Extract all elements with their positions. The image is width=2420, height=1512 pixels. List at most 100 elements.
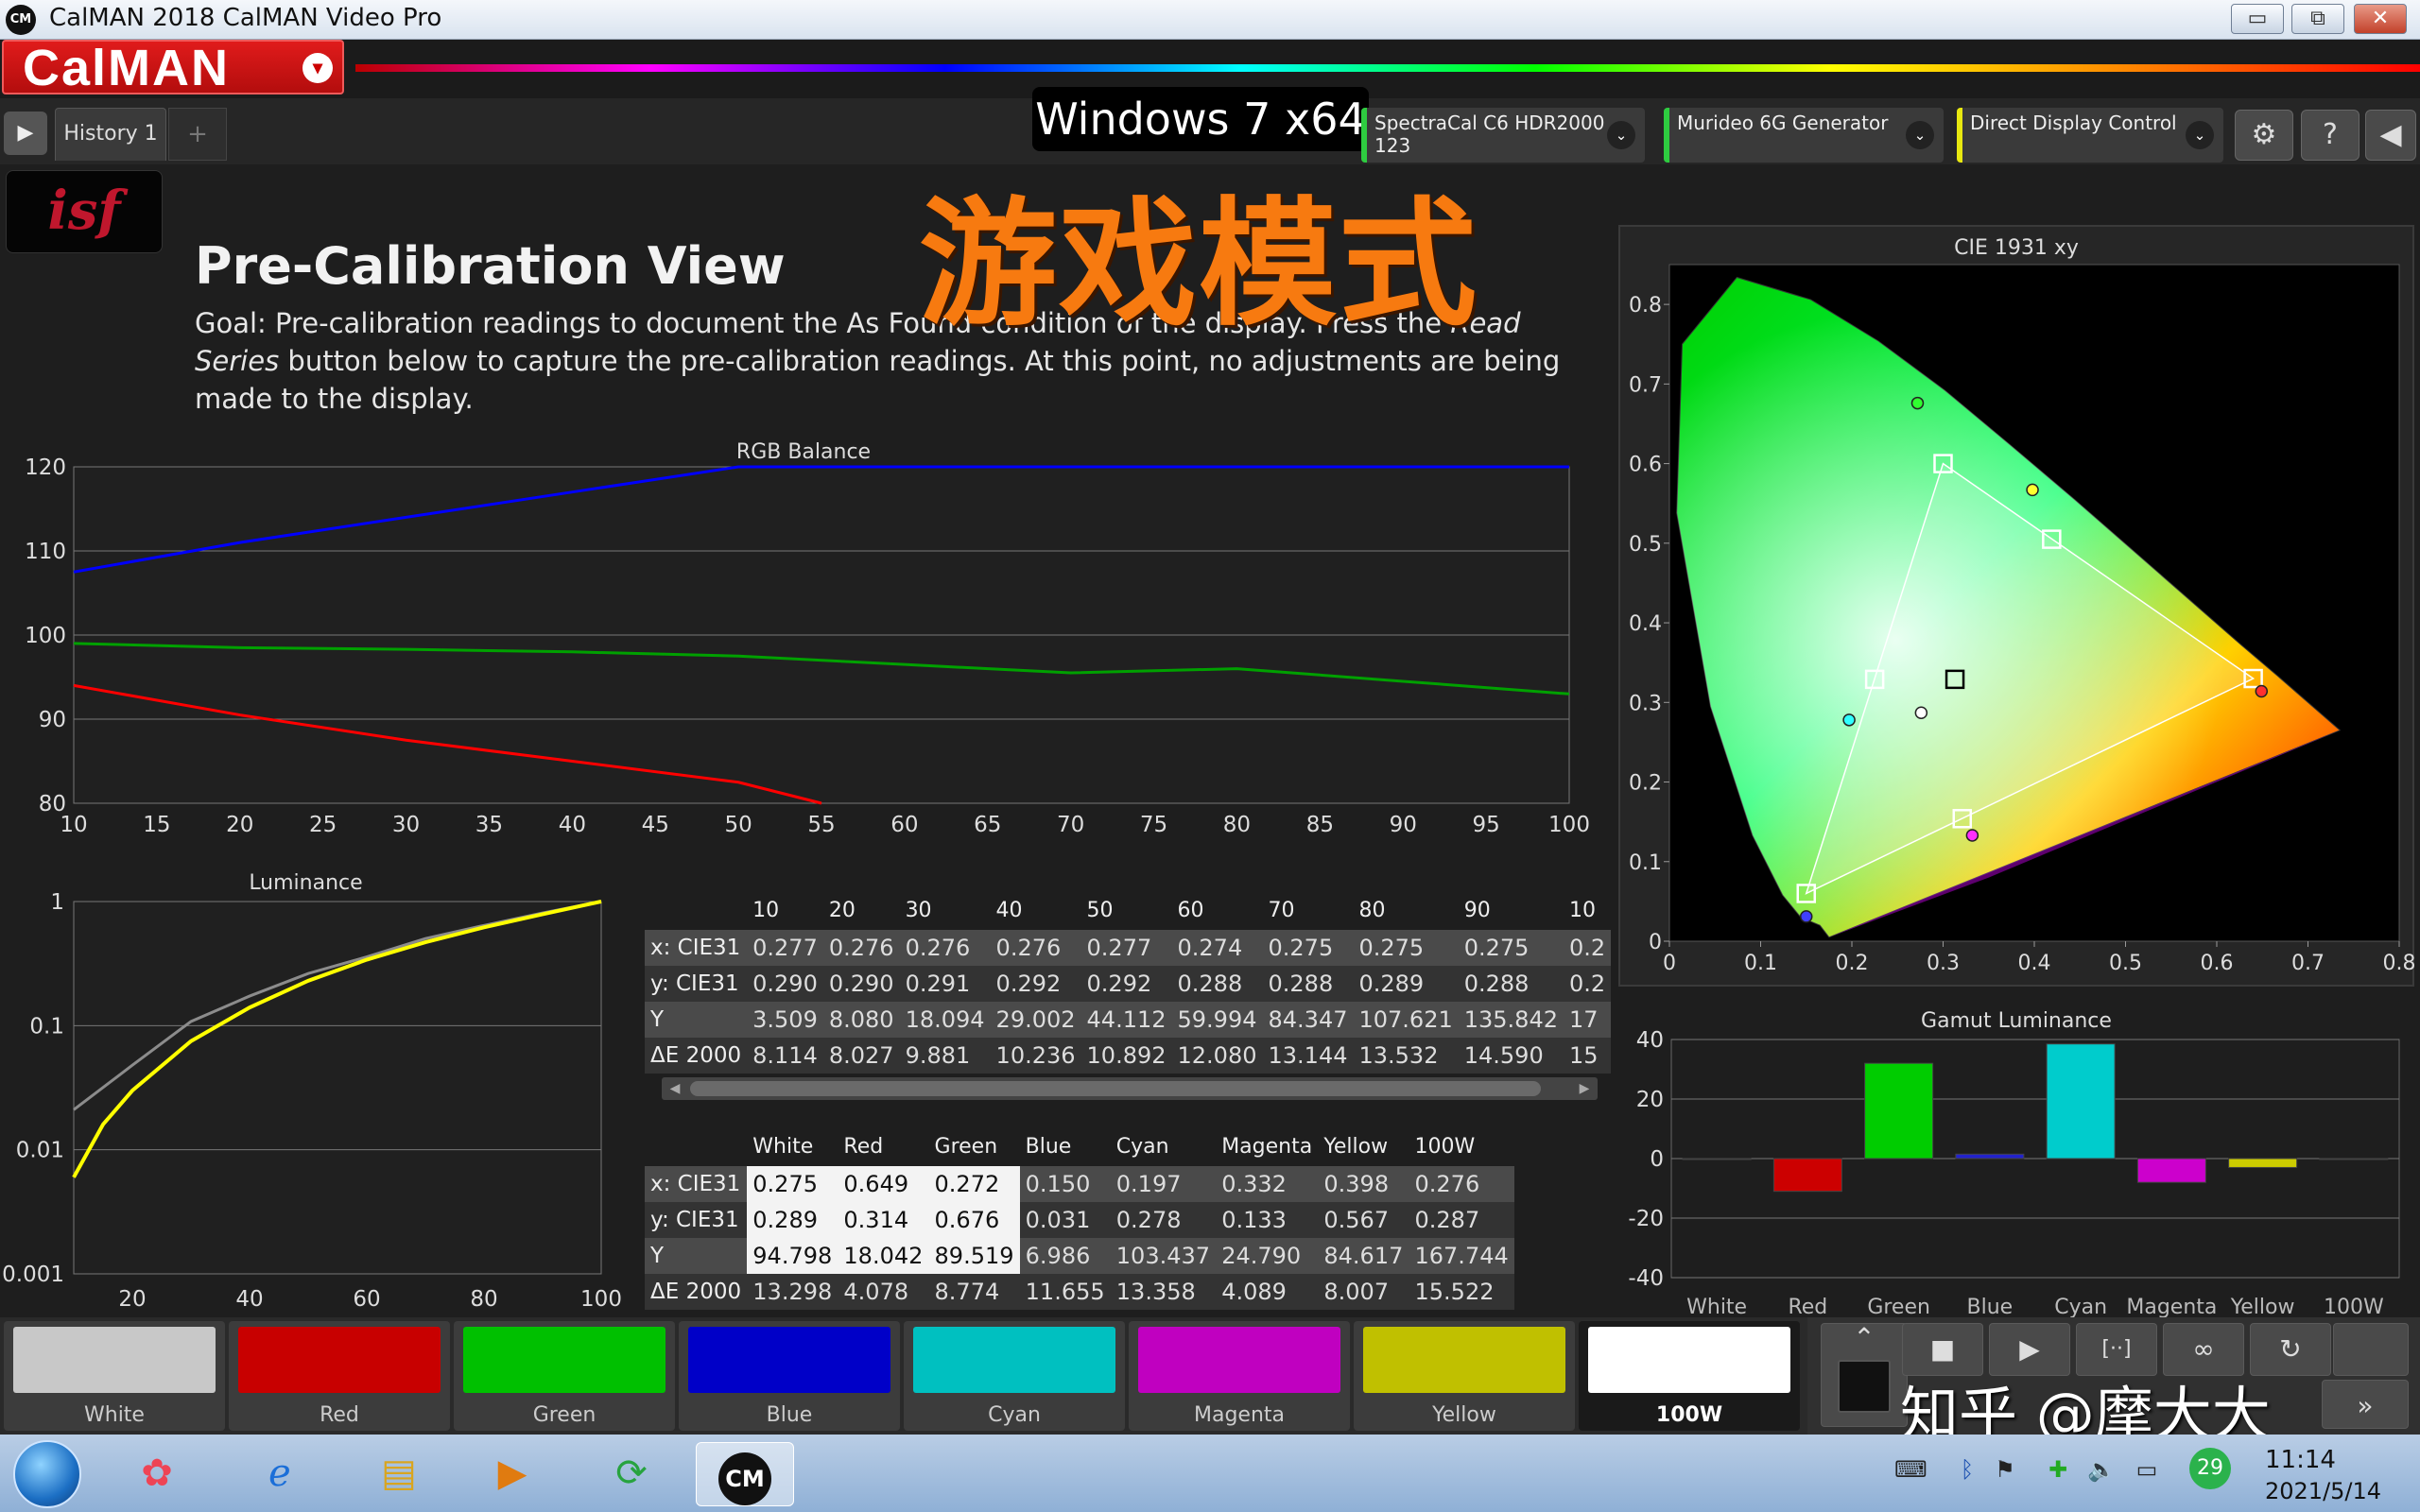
swatch-magenta[interactable]: Magenta bbox=[1129, 1321, 1350, 1431]
table-scrollbar[interactable]: ◀ ▶ bbox=[662, 1077, 1598, 1100]
extra-button[interactable] bbox=[2333, 1323, 2409, 1376]
help-button[interactable]: ? bbox=[2301, 110, 2360, 161]
table-cell: 11.655 bbox=[1019, 1274, 1111, 1310]
swatch-label: Green bbox=[532, 1403, 596, 1427]
table-cell: 0.277 bbox=[1080, 930, 1172, 966]
y-tick-label: 0.5 bbox=[1629, 533, 1662, 557]
table-row[interactable]: Y 3.509 8.080 18.094 29.002 44.112 59.994 84.34… bbox=[645, 1002, 1612, 1038]
help-icon: ? bbox=[2323, 118, 2338, 151]
table-cell: 4.078 bbox=[838, 1274, 929, 1310]
y-tick-label: 0 bbox=[1649, 931, 1662, 954]
pinned-app-icon[interactable]: ✿ bbox=[108, 1442, 206, 1506]
scroll-right-icon[interactable]: ▶ bbox=[1575, 1081, 1594, 1096]
notification-badge[interactable]: 29 bbox=[2189, 1448, 2231, 1489]
calman-menu-button[interactable]: CalMAN ▾ bbox=[2, 40, 344, 94]
y-tick-label: 0.1 bbox=[29, 1014, 64, 1039]
chevron-down-icon: ⌄ bbox=[1607, 121, 1635, 149]
table-cell: 0.676 bbox=[928, 1202, 1020, 1238]
tab-history-1[interactable]: History 1 bbox=[55, 108, 166, 161]
swatch-color bbox=[688, 1327, 890, 1393]
app-icon: CM bbox=[6, 5, 36, 35]
stop-icon: ■ bbox=[1929, 1333, 1956, 1365]
internet-explorer-icon[interactable]: ℯ bbox=[231, 1442, 329, 1506]
table-cell: 0.292 bbox=[1080, 966, 1172, 1002]
volume-icon[interactable]: 🔈 bbox=[2085, 1453, 2118, 1486]
column-header: 50 bbox=[1080, 890, 1172, 930]
table-cell: 0.287 bbox=[1409, 1202, 1514, 1238]
scroll-left-icon[interactable]: ◀ bbox=[666, 1081, 684, 1096]
swatch-100w[interactable]: 100W bbox=[1579, 1321, 1800, 1431]
table-cell: 4.089 bbox=[1216, 1274, 1319, 1310]
table-row[interactable]: Y 94.798 18.042 89.519 6.986 103.437 24.790 84.… bbox=[645, 1238, 1514, 1274]
x-tick-label: 35 bbox=[475, 813, 503, 837]
next-button[interactable]: » bbox=[2322, 1380, 2409, 1429]
clock-time[interactable]: 11:14 bbox=[2265, 1446, 2336, 1474]
row-label: y: CIE31 bbox=[645, 966, 748, 1002]
device-name: SpectraCal C6 HDR2000 bbox=[1374, 112, 1605, 134]
security-icon[interactable]: ✚ bbox=[2042, 1453, 2074, 1486]
table-cell: 0.291 bbox=[899, 966, 991, 1002]
network-icon[interactable]: ⚑ bbox=[1989, 1453, 2021, 1486]
table-row[interactable]: y: CIE31 0.289 0.314 0.676 0.031 0.278 0.133 0.… bbox=[645, 1202, 1514, 1238]
chevron-down-icon: ⌄ bbox=[2186, 121, 2214, 149]
table-cell: 0.150 bbox=[1019, 1166, 1111, 1202]
table-row[interactable]: y: CIE31 0.290 0.290 0.291 0.292 0.292 0.288 0.… bbox=[645, 966, 1612, 1002]
start-button[interactable] bbox=[13, 1440, 81, 1508]
sync-app-icon[interactable]: ⟳ bbox=[582, 1442, 681, 1506]
x-tick-label: 10 bbox=[60, 813, 87, 837]
generator-selector[interactable]: Murideo 6G Generator ⌄ bbox=[1664, 108, 1944, 163]
swatch-blue[interactable]: Blue bbox=[679, 1321, 900, 1431]
bar-magenta bbox=[2136, 1158, 2206, 1183]
y-tick-label: -20 bbox=[1628, 1207, 1664, 1231]
table-row[interactable]: ΔE 2000 13.298 4.078 8.774 11.655 13.358 4.089… bbox=[645, 1274, 1514, 1310]
display-icon[interactable]: ▭ bbox=[2131, 1453, 2163, 1486]
table-cell: 107.621 bbox=[1353, 1002, 1459, 1038]
table-header-row: White Red Green Blue Cyan Magenta Yellow 100W bbox=[645, 1126, 1514, 1166]
row-label: Y bbox=[645, 1238, 748, 1274]
swatch-white[interactable]: White bbox=[4, 1321, 225, 1431]
settings-button[interactable]: ⚙ bbox=[2235, 110, 2293, 161]
calman-taskbar-button[interactable]: CM bbox=[696, 1442, 794, 1506]
clock-date[interactable]: 2021/5/14 bbox=[2265, 1478, 2381, 1504]
column-header: 10 bbox=[1563, 890, 1612, 930]
table-row[interactable]: x: CIE31 0.275 0.649 0.272 0.150 0.197 0.332 0.… bbox=[645, 1166, 1514, 1202]
x-tick-label: 100W bbox=[2324, 1296, 2384, 1317]
swatch-cyan[interactable]: Cyan bbox=[904, 1321, 1125, 1431]
table-row[interactable]: ΔE 2000 8.114 8.027 9.881 10.236 10.892 12.080… bbox=[645, 1038, 1612, 1074]
close-button[interactable]: ✕ bbox=[2354, 4, 2407, 34]
column-header: Magenta bbox=[1216, 1126, 1319, 1166]
restore-button[interactable]: ⧉ bbox=[2291, 4, 2344, 34]
table-cell: 18.042 bbox=[838, 1238, 929, 1274]
table-row[interactable]: x: CIE31 0.277 0.276 0.276 0.276 0.277 0.274 0.… bbox=[645, 930, 1612, 966]
row-label: ΔE 2000 bbox=[645, 1274, 748, 1310]
luminance-chart: 1 0.1 0.01 0.001 20 40 60 80 100 bbox=[2, 890, 622, 1310]
play-icon[interactable]: ▶ bbox=[4, 112, 47, 155]
scroll-thumb[interactable] bbox=[690, 1081, 1541, 1096]
measured-white bbox=[1914, 706, 1928, 719]
table-cell: 0.275 bbox=[1262, 930, 1354, 966]
column-header: 30 bbox=[899, 890, 991, 930]
swatch-red[interactable]: Red bbox=[229, 1321, 450, 1431]
column-header: 70 bbox=[1262, 890, 1354, 930]
table-cell: 0.332 bbox=[1216, 1166, 1319, 1202]
display-selector[interactable]: Direct Display Control ⌄ bbox=[1957, 108, 2223, 163]
x-tick-label: Magenta bbox=[2126, 1296, 2217, 1317]
x-tick-label: 0 bbox=[1663, 952, 1676, 975]
column-header: 10 bbox=[747, 890, 823, 930]
swatch-green[interactable]: Green bbox=[454, 1321, 675, 1431]
media-player-icon[interactable]: ▶ bbox=[463, 1442, 562, 1506]
column-header: 80 bbox=[1353, 890, 1459, 930]
add-tab-button[interactable]: + bbox=[168, 108, 227, 161]
infinity-icon: ∞ bbox=[2192, 1333, 2215, 1365]
table-cell: 0.276 bbox=[990, 930, 1081, 966]
table-cell: 0.274 bbox=[1171, 930, 1263, 966]
table-cell: 0.276 bbox=[1409, 1166, 1514, 1202]
collapse-button[interactable]: ◀ bbox=[2365, 110, 2416, 161]
minimize-button[interactable]: ▭ bbox=[2231, 4, 2284, 34]
swatch-yellow[interactable]: Yellow bbox=[1354, 1321, 1575, 1431]
keyboard-icon[interactable]: ⌨ bbox=[1894, 1453, 1927, 1486]
bluetooth-icon[interactable]: ᛒ bbox=[1951, 1453, 1983, 1486]
x-tick-label: 45 bbox=[642, 813, 669, 837]
file-explorer-icon[interactable]: ▤ bbox=[350, 1442, 448, 1506]
pattern-preview[interactable]: ⌃ bbox=[1821, 1323, 1908, 1427]
